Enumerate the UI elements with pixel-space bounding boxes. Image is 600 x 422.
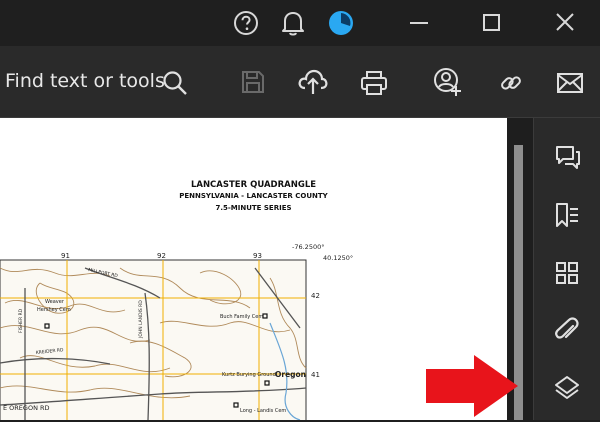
minimize-icon[interactable] xyxy=(405,10,435,36)
help-circle-icon[interactable] xyxy=(232,9,260,37)
link-icon[interactable] xyxy=(496,68,526,98)
cemetery-label: Buch Family Cem xyxy=(220,314,263,320)
close-icon[interactable] xyxy=(550,8,580,36)
find-text-or-tools-label[interactable]: Find text or tools xyxy=(5,70,165,92)
road-label: E OREGON RD xyxy=(3,404,50,412)
maximize-icon[interactable] xyxy=(477,10,507,36)
cemetery-label: Weaver xyxy=(45,299,65,305)
attachment-icon[interactable] xyxy=(551,315,583,347)
save-icon[interactable] xyxy=(238,67,268,97)
thumbnails-grid-icon[interactable] xyxy=(551,258,583,288)
cemetery-label: Kurtz Burying Ground xyxy=(222,372,276,378)
cemetery-label: Long - Landis Cem xyxy=(240,408,286,414)
coord-longitude: -76.2500° xyxy=(292,243,324,251)
coord-latitude: 40.1250° xyxy=(323,254,353,262)
search-icon[interactable] xyxy=(160,68,190,98)
grid-number-92: 92 xyxy=(157,252,166,260)
road-label: JOHN LANDIS RD xyxy=(138,300,144,339)
profile-avatar-icon[interactable] xyxy=(327,9,355,37)
print-icon[interactable] xyxy=(358,68,390,98)
grid-number-93: 93 xyxy=(253,252,262,260)
share-user-icon[interactable] xyxy=(432,66,464,98)
place-label: Oregon xyxy=(275,370,306,379)
red-arrow-icon xyxy=(426,355,518,417)
email-icon[interactable] xyxy=(555,70,585,96)
layers-icon[interactable] xyxy=(551,372,583,404)
cloud-upload-icon[interactable] xyxy=(296,66,330,98)
grid-number-42: 42 xyxy=(311,292,320,300)
bell-icon[interactable] xyxy=(279,8,307,38)
cemetery-label: Hershey Cem xyxy=(37,307,71,313)
grid-number-91: 91 xyxy=(61,252,70,260)
bookmark-list-icon[interactable] xyxy=(551,200,583,230)
grid-number-41: 41 xyxy=(311,371,320,379)
title-bar xyxy=(0,0,600,46)
comment-icon[interactable] xyxy=(551,142,583,172)
road-label: FISHER RD xyxy=(18,308,24,333)
